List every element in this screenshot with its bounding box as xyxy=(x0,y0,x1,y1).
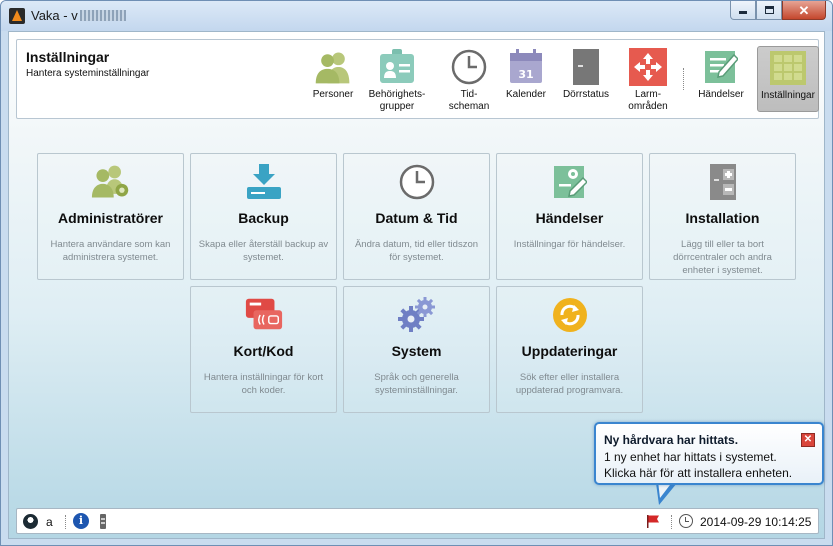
notification-tail xyxy=(656,481,677,505)
card-uppdateringar[interactable]: Uppdateringar Sök efter eller installera… xyxy=(496,286,643,413)
card-description: Hantera användare som kan administrera s… xyxy=(50,239,171,263)
status-bar: a i 2014-09-29 10:14:25 xyxy=(16,508,819,534)
toolbar-item-installningar[interactable]: Inställningar xyxy=(757,46,819,112)
card-administratorer[interactable]: Administratörer Hantera användare som ka… xyxy=(37,153,184,280)
minimize-button[interactable] xyxy=(730,1,756,20)
window-controls: ✕ xyxy=(730,1,826,21)
toolbar-label: Inställningar xyxy=(761,90,815,101)
alarm-flag-icon[interactable] xyxy=(646,514,660,528)
clock-icon xyxy=(679,514,693,528)
logged-in-user: a xyxy=(46,515,53,529)
cards-icon xyxy=(244,295,284,335)
settings-grid-icon xyxy=(768,48,808,88)
card-kort-kod[interactable]: Kort/Kod Hantera inställningar för kort … xyxy=(190,286,337,413)
toolbar-label: Behörighets- grupper xyxy=(368,89,426,112)
card-backup[interactable]: Backup Skapa eller återställ backup av s… xyxy=(190,153,337,280)
close-icon: ✕ xyxy=(798,2,810,18)
door-icon xyxy=(566,47,606,87)
status-datetime: 2014-09-29 10:14:25 xyxy=(700,515,812,529)
window-title-text: Vaka - v xyxy=(31,8,78,23)
clock-icon xyxy=(397,162,437,202)
minimize-icon xyxy=(739,11,747,14)
card-description: Lägg till eller ta bort dörrcentraler oc… xyxy=(673,239,772,276)
window-title: Vaka - v xyxy=(31,8,126,23)
toolbar-item-kalender[interactable]: 31 Kalender xyxy=(501,40,551,118)
calendar-icon: 31 xyxy=(506,47,546,87)
toolbar-item-larmomraden[interactable]: Larm- områden xyxy=(620,40,676,118)
toolbar-separator xyxy=(683,68,685,90)
events-icon xyxy=(701,47,741,87)
card-title: Administratörer xyxy=(57,210,164,226)
status-separator xyxy=(671,515,673,529)
alarm-areas-icon xyxy=(628,47,668,87)
card-title: Händelser xyxy=(535,210,604,226)
card-title: Kort/Kod xyxy=(233,343,294,359)
card-title: System xyxy=(391,343,442,359)
card-description: Ändra datum, tid eller tidszon för syste… xyxy=(354,239,479,263)
event-settings-icon xyxy=(550,162,590,202)
update-icon xyxy=(550,295,590,335)
notification-close-button[interactable]: ✕ xyxy=(801,433,815,447)
card-handelser[interactable]: Händelser Inställningar för händelser. xyxy=(496,153,643,280)
admins-icon xyxy=(91,162,131,202)
redacted-version xyxy=(79,10,126,21)
app-window: Vaka - v ✕ Inställningar Hantera systemi… xyxy=(0,0,833,546)
status-separator xyxy=(65,515,67,529)
card-title: Installation xyxy=(685,210,760,226)
card-description: Inställningar för händelser. xyxy=(513,239,626,250)
notification-line: 1 ny enhet har hittats i systemet. xyxy=(604,450,777,464)
maximize-icon xyxy=(764,6,774,14)
page-title: Inställningar xyxy=(26,49,110,65)
access-group-icon xyxy=(377,47,417,87)
card-title: Uppdateringar xyxy=(521,343,618,359)
notification-line: Klicka här för att installera enheten. xyxy=(604,466,793,480)
toolbar-item-behorighetsgrupper[interactable]: Behörighets- grupper xyxy=(365,40,429,118)
clock-icon xyxy=(449,47,489,87)
toolbar-item-tidscheman[interactable]: Tid- scheman xyxy=(442,40,496,118)
maximize-button[interactable] xyxy=(756,1,782,20)
installation-icon xyxy=(703,162,743,202)
app-logo-icon xyxy=(9,8,25,24)
notification-title: Ny hårdvara har hittats. xyxy=(604,433,739,447)
gears-icon xyxy=(397,295,437,335)
notification-balloon[interactable]: Ny hårdvara har hittats. 1 ny enhet har … xyxy=(594,422,824,485)
backup-icon xyxy=(244,162,284,202)
toolbar-label: Personer xyxy=(312,89,354,100)
connection-plug-icon[interactable] xyxy=(99,514,107,529)
toolbar-item-personer[interactable]: Personer xyxy=(307,40,359,118)
toolbar-label: Tid- scheman xyxy=(448,89,490,112)
svg-text:31: 31 xyxy=(518,68,533,81)
card-title: Backup xyxy=(238,210,289,226)
card-datum-tid[interactable]: Datum & Tid Ändra datum, tid eller tidsz… xyxy=(343,153,490,280)
toolbar-label: Larm- områden xyxy=(628,89,668,112)
page-subtitle: Hantera systeminställningar xyxy=(26,68,150,79)
card-installation[interactable]: Installation Lägg till eller ta bort dör… xyxy=(649,153,796,280)
toolbar-label: Händelser xyxy=(698,89,744,100)
toolbar-item-dorrstatus[interactable]: Dörrstatus xyxy=(555,40,617,118)
card-description: Hantera inställningar för kort och koder… xyxy=(203,372,324,396)
close-icon: ✕ xyxy=(803,434,813,445)
toolbar-label: Kalender xyxy=(505,89,547,100)
card-description: Språk och generella systeminställningar. xyxy=(374,372,459,396)
card-title: Datum & Tid xyxy=(375,210,458,226)
toolbar-label: Dörrstatus xyxy=(562,89,610,100)
title-bar[interactable]: Vaka - v ✕ xyxy=(1,1,832,31)
header-panel: Inställningar Hantera systeminställninga… xyxy=(16,39,819,119)
persons-icon xyxy=(313,47,353,87)
card-description: Skapa eller återställ backup av systemet… xyxy=(198,239,329,263)
card-description: Sök efter eller installera uppdaterad pr… xyxy=(515,372,624,396)
toolbar-item-handelser[interactable]: Händelser xyxy=(693,40,749,118)
info-icon[interactable]: i xyxy=(73,513,89,529)
user-status-icon[interactable] xyxy=(23,514,38,529)
card-system[interactable]: System Språk och generella systeminställ… xyxy=(343,286,490,413)
close-button[interactable]: ✕ xyxy=(782,1,826,20)
